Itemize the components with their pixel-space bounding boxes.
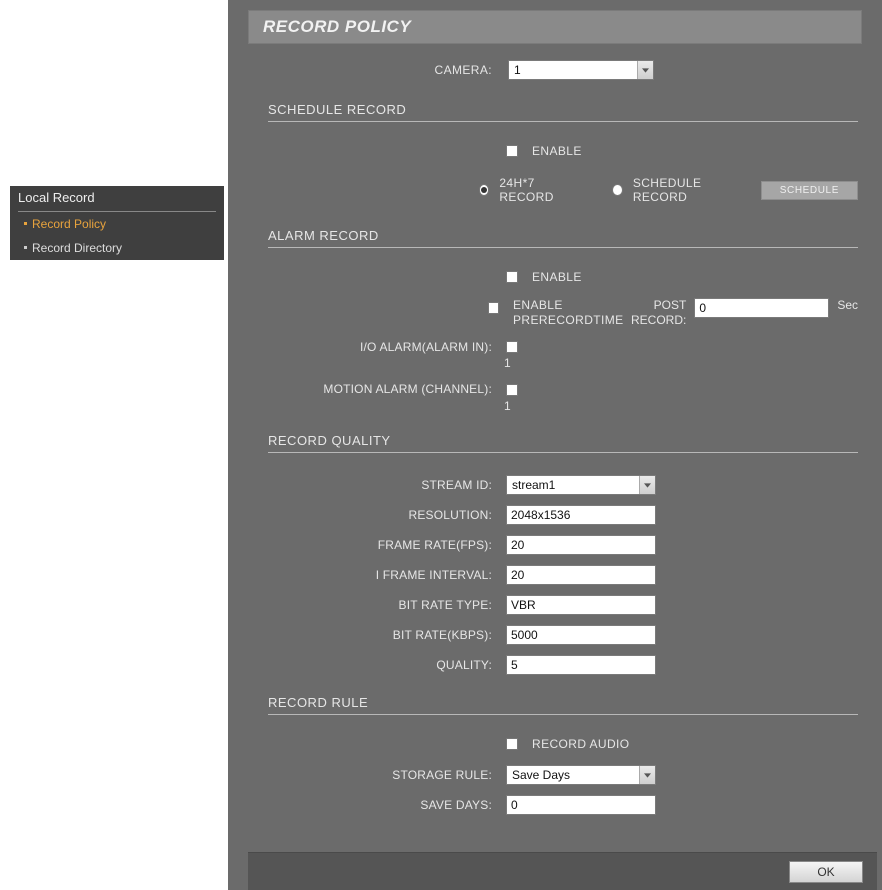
footer: OK [248, 852, 877, 890]
radio-schedule-label: SCHEDULE RECORD [633, 176, 743, 204]
quality-label: QUALITY: [268, 658, 498, 672]
stream-id-value: stream1 [507, 476, 639, 494]
section-record-rule: RECORD RULE [268, 695, 858, 715]
alarm-enable-label: ENABLE [532, 270, 582, 284]
post-record-label: POST RECORD: [631, 298, 686, 328]
record-audio-label: RECORD AUDIO [532, 737, 629, 751]
frame-rate-input[interactable] [506, 535, 656, 555]
section-alarm-record: ALARM RECORD [268, 228, 858, 248]
section-schedule-record: SCHEDULE RECORD [268, 102, 858, 122]
motion-alarm-checkbox[interactable] [506, 384, 518, 396]
storage-rule-label: STORAGE RULE: [268, 768, 498, 782]
chevron-down-icon [639, 476, 655, 494]
prerecord-checkbox[interactable] [488, 302, 499, 314]
camera-label: CAMERA: [268, 63, 498, 77]
sidebar-item-record-policy[interactable]: Record Policy [10, 212, 224, 236]
chevron-down-icon [639, 766, 655, 784]
quality-input[interactable] [506, 655, 656, 675]
frame-rate-label: FRAME RATE(FPS): [268, 538, 498, 552]
io-alarm-label: I/O ALARM(ALARM IN): [268, 340, 498, 354]
stream-id-label: STREAM ID: [268, 478, 498, 492]
prerecord-label: ENABLE PRERECORDTIME [513, 298, 623, 328]
alarm-enable-checkbox[interactable] [506, 271, 518, 283]
iframe-interval-label: I FRAME INTERVAL: [268, 568, 498, 582]
sidebar: Local Record Record Policy Record Direct… [10, 186, 224, 260]
chevron-down-icon [637, 61, 653, 79]
bit-rate-type-label: BIT RATE TYPE: [268, 598, 498, 612]
bit-rate-type-input[interactable] [506, 595, 656, 615]
schedule-enable-checkbox[interactable] [506, 145, 518, 157]
stream-id-select[interactable]: stream1 [506, 475, 656, 495]
iframe-interval-input[interactable] [506, 565, 656, 585]
ok-button[interactable]: OK [789, 861, 863, 883]
resolution-label: RESOLUTION: [268, 508, 498, 522]
radio-24h7[interactable] [479, 184, 490, 196]
record-audio-checkbox[interactable] [506, 738, 518, 750]
main-panel: RECORD POLICY CAMERA: 1 SCHEDULE RECORD … [228, 0, 882, 890]
save-days-input[interactable] [506, 795, 656, 815]
radio-schedule[interactable] [612, 184, 623, 196]
motion-alarm-sub: 1 [504, 399, 858, 413]
page-title: RECORD POLICY [248, 10, 862, 44]
post-record-unit: Sec [837, 298, 858, 312]
storage-rule-value: Save Days [507, 766, 639, 784]
save-days-label: SAVE DAYS: [268, 798, 498, 812]
bit-rate-kbps-label: BIT RATE(KBPS): [268, 628, 498, 642]
section-record-quality: RECORD QUALITY [268, 433, 858, 453]
camera-select[interactable]: 1 [508, 60, 654, 80]
sidebar-title: Local Record [18, 186, 216, 212]
schedule-button[interactable]: SCHEDULE [761, 181, 858, 200]
storage-rule-select[interactable]: Save Days [506, 765, 656, 785]
io-alarm-checkbox[interactable] [506, 341, 518, 353]
io-alarm-sub: 1 [504, 356, 858, 370]
resolution-input[interactable] [506, 505, 656, 525]
post-record-input[interactable] [694, 298, 829, 318]
camera-value: 1 [509, 61, 637, 79]
sidebar-item-record-directory[interactable]: Record Directory [10, 236, 224, 260]
schedule-enable-label: ENABLE [532, 144, 582, 158]
radio-24h7-label: 24H*7 RECORD [499, 176, 580, 204]
motion-alarm-label: MOTION ALARM (CHANNEL): [268, 382, 498, 397]
bit-rate-kbps-input[interactable] [506, 625, 656, 645]
